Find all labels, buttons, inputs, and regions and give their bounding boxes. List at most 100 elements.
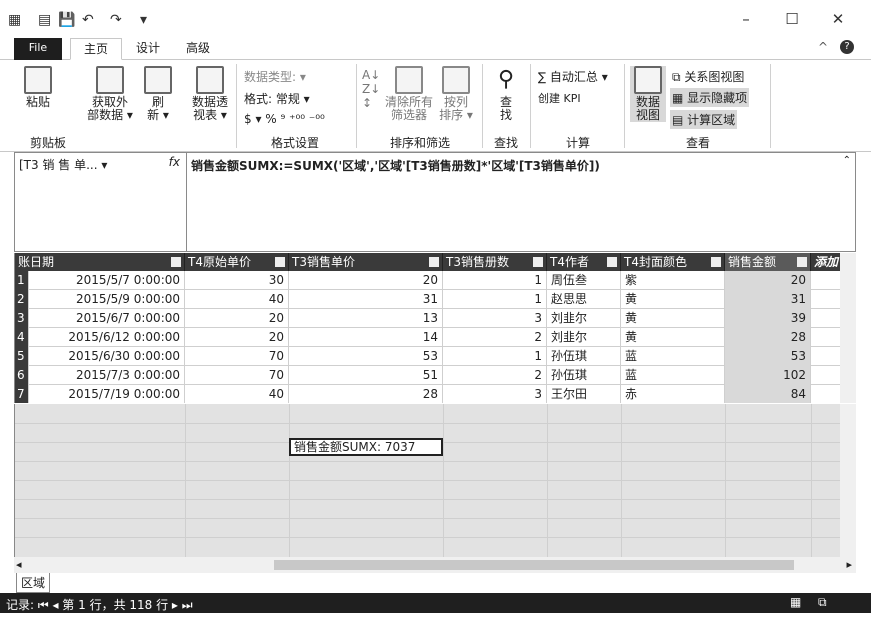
table-cell[interactable]: 3 — [443, 309, 547, 328]
table-cell[interactable]: 黄 — [621, 309, 725, 328]
tab-file[interactable]: File — [14, 38, 62, 60]
fx-icon[interactable]: fx — [169, 155, 180, 169]
table-row[interactable]: 7 2015/7/19 0:00:00 40 28 3 王尔田赤 84 — [15, 385, 856, 403]
horizontal-scrollbar[interactable]: ◂ ▸ — [14, 557, 856, 573]
row-number[interactable]: 4 — [15, 328, 29, 347]
row-number[interactable]: 3 — [15, 309, 29, 328]
format-dropdown[interactable]: 格式: 常规 ▾ — [244, 90, 310, 107]
column-header[interactable]: 添加 — [811, 253, 841, 271]
diagram-view-button[interactable]: ⧉ 关系图视图 — [672, 68, 744, 85]
maximize-button[interactable]: ☐ — [772, 6, 812, 32]
column-header[interactable]: 账日期 — [15, 253, 185, 271]
table-cell[interactable]: 20 — [725, 271, 811, 290]
table-cell[interactable]: 1 — [443, 347, 547, 366]
save-icon[interactable]: 💾 — [58, 12, 75, 28]
table-cell[interactable]: 蓝 — [621, 347, 725, 366]
table-cell[interactable]: 40 — [185, 385, 289, 403]
sort-az-icon[interactable]: A↓ Z↓ ↕ — [362, 68, 380, 110]
table-cell[interactable]: 1 — [443, 271, 547, 290]
help-icon[interactable]: ? — [840, 40, 854, 54]
customize-qa-icon[interactable]: ▾ — [140, 12, 147, 28]
table-cell[interactable]: 28 — [289, 385, 443, 403]
row-number[interactable]: 5 — [15, 347, 29, 366]
paste-button[interactable]: 粘贴 — [18, 66, 58, 109]
row-number[interactable]: 6 — [15, 366, 29, 385]
scroll-right-icon[interactable]: ▸ — [846, 558, 852, 571]
table-cell[interactable]: 13 — [289, 309, 443, 328]
show-hidden-button[interactable]: ▦ 显示隐藏项 — [670, 88, 750, 107]
table-row[interactable]: 3 2015/6/7 0:00:00 20 13 3 刘韭尔黄 39 — [15, 309, 856, 328]
create-kpi-button[interactable]: 创建 KPI — [538, 90, 581, 106]
expand-formula-icon[interactable]: ⌃ — [843, 155, 851, 166]
row-number[interactable]: 7 — [15, 385, 29, 403]
sort-by-column-button[interactable]: 按列 排序 ▾ — [438, 66, 474, 122]
formula-input[interactable]: 销售金额SUMX:=SUMX('区域','区域'[T3销售册数]*'区域'[T3… — [191, 157, 600, 174]
table-cell[interactable]: 14 — [289, 328, 443, 347]
table-cell[interactable]: 39 — [725, 309, 811, 328]
sheet-tab-region[interactable]: 区域 — [16, 573, 51, 593]
grid-vertical-scrollbar[interactable] — [840, 253, 856, 403]
table-cell[interactable]: 2015/6/7 0:00:00 — [29, 309, 185, 328]
column-header[interactable]: 销售金额 — [725, 253, 811, 271]
table-row[interactable]: 2 2015/5/9 0:00:00 40 31 1 赵思思黄 31 — [15, 290, 856, 309]
data-view-button[interactable]: 数据 视图 — [630, 66, 666, 122]
record-navigator[interactable]: 记录: ⏮ ◂ 第 1 行，共 118 行 ▸ ⏭ — [6, 596, 193, 613]
column-header[interactable]: T4作者 — [547, 253, 621, 271]
table-cell[interactable]: 2015/6/30 0:00:00 — [29, 347, 185, 366]
scroll-left-icon[interactable]: ◂ — [16, 558, 22, 571]
table-row[interactable]: 5 2015/6/30 0:00:00 70 53 1 孙伍琪蓝 53 — [15, 347, 856, 366]
pivot-table-button[interactable]: 数据透 视表 ▾ — [186, 66, 234, 122]
measure-cell[interactable]: 销售金额SUMX: 7037 — [289, 438, 443, 456]
filter-dropdown-icon[interactable] — [275, 257, 285, 267]
table-cell[interactable]: 70 — [185, 347, 289, 366]
minimize-button[interactable]: – — [726, 6, 766, 32]
number-format-buttons[interactable]: $ ▾ % ⁹ ⁺⁰⁰ ⁻⁰⁰ — [244, 112, 325, 126]
table-cell[interactable]: 孙伍琪 — [547, 366, 621, 385]
clear-filters-button[interactable]: 清除所有 筛选器 — [382, 66, 436, 122]
tab-design[interactable]: 设计 — [128, 38, 168, 60]
table-cell[interactable]: 53 — [725, 347, 811, 366]
table-row[interactable]: 6 2015/7/3 0:00:00 70 51 2 孙伍琪蓝 102 — [15, 366, 856, 385]
refresh-button[interactable]: 刷 新 ▾ — [140, 66, 176, 122]
collapse-ribbon-icon[interactable]: ^ — [818, 40, 828, 54]
table-cell[interactable]: 2015/6/12 0:00:00 — [29, 328, 185, 347]
table-cell[interactable]: 20 — [185, 328, 289, 347]
table-cell[interactable]: 赵思思 — [547, 290, 621, 309]
redo-icon[interactable]: ↷ — [110, 12, 122, 28]
table-cell[interactable]: 20 — [185, 309, 289, 328]
table-cell[interactable]: 赤 — [621, 385, 725, 403]
calc-vertical-scrollbar[interactable] — [840, 404, 856, 557]
filter-dropdown-icon[interactable] — [797, 257, 807, 267]
filter-dropdown-icon[interactable] — [429, 257, 439, 267]
filter-dropdown-icon[interactable] — [607, 257, 617, 267]
filter-dropdown-icon[interactable] — [711, 257, 721, 267]
find-button[interactable]: ⚲ 查 找 — [490, 66, 522, 122]
table-cell[interactable]: 孙伍琪 — [547, 347, 621, 366]
table-cell[interactable]: 30 — [185, 271, 289, 290]
excel-icon[interactable]: ▤ — [38, 12, 51, 28]
table-cell[interactable]: 40 — [185, 290, 289, 309]
get-external-data-button[interactable]: 获取外 部数据 ▾ — [84, 66, 136, 122]
filter-dropdown-icon[interactable] — [533, 257, 543, 267]
table-cell[interactable]: 28 — [725, 328, 811, 347]
scroll-thumb[interactable] — [274, 560, 794, 570]
tab-home[interactable]: 主页 — [70, 38, 122, 60]
table-row[interactable]: 4 2015/6/12 0:00:00 20 14 2 刘韭尔黄 28 — [15, 328, 856, 347]
column-header[interactable]: T4原始单价 — [185, 253, 289, 271]
table-cell[interactable]: 黄 — [621, 328, 725, 347]
table-cell[interactable]: 紫 — [621, 271, 725, 290]
table-cell[interactable]: 蓝 — [621, 366, 725, 385]
row-number[interactable]: 1 — [15, 271, 29, 290]
table-cell[interactable]: 黄 — [621, 290, 725, 309]
table-cell[interactable]: 2015/7/19 0:00:00 — [29, 385, 185, 403]
close-button[interactable]: ✕ — [818, 6, 858, 32]
column-header[interactable]: T3销售册数 — [443, 253, 547, 271]
data-type-dropdown[interactable]: 数据类型: ▾ — [244, 68, 306, 85]
name-box[interactable]: [T3 销 售 单... ▾ fx — [15, 153, 187, 251]
tab-advanced[interactable]: 高级 — [178, 38, 218, 60]
autosum-button[interactable]: ∑ 自动汇总 ▾ — [538, 68, 608, 85]
table-cell[interactable]: 20 — [289, 271, 443, 290]
table-cell[interactable]: 51 — [289, 366, 443, 385]
table-cell[interactable]: 周伍叁 — [547, 271, 621, 290]
calculation-area-button[interactable]: ▤ 计算区域 — [670, 110, 738, 129]
